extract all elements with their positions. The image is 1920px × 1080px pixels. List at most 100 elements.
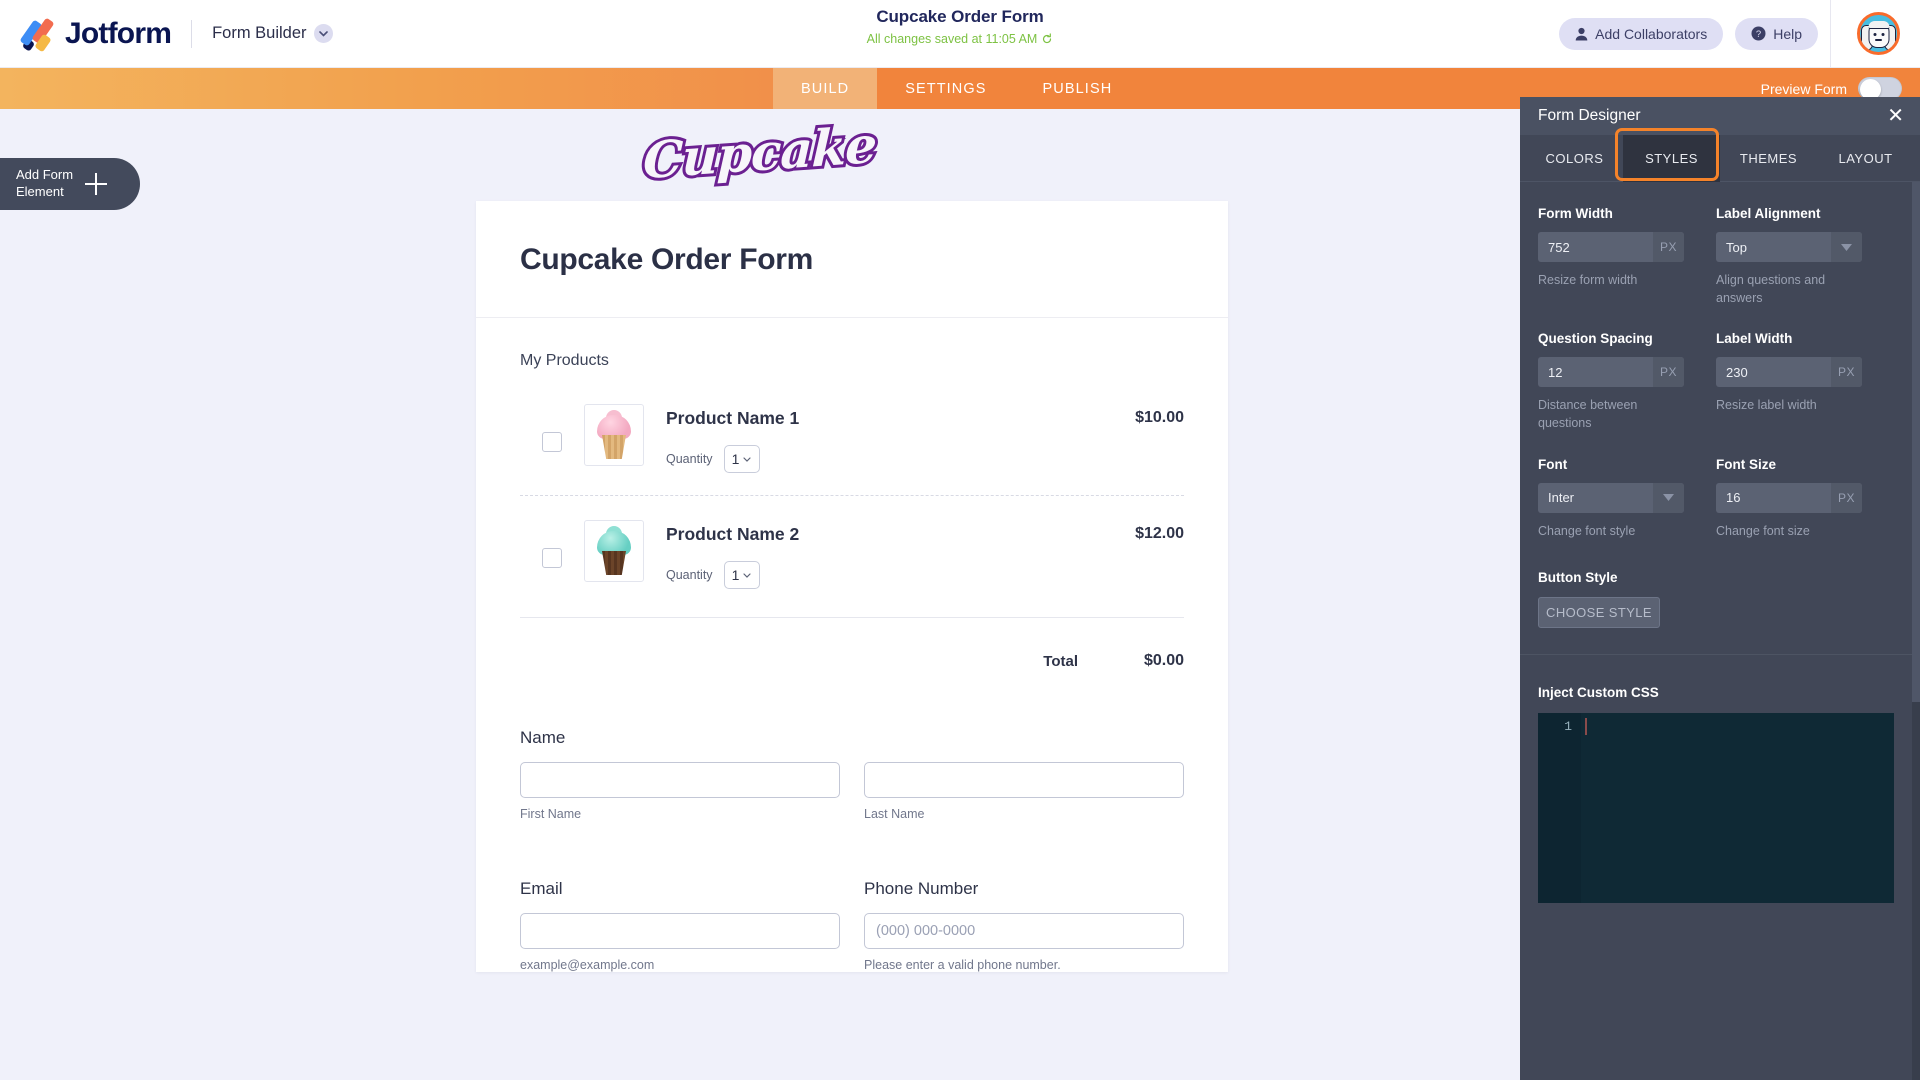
undo-icon[interactable] (1041, 33, 1053, 45)
form-width-input[interactable]: 752 PX (1538, 232, 1684, 262)
product-quantity-row: Quantity 1 (666, 445, 1135, 473)
font-size-input[interactable]: 16 PX (1716, 482, 1862, 513)
header-actions: Add Collaborators ? Help (1559, 0, 1920, 68)
question-spacing-value: 12 (1548, 364, 1563, 380)
svg-text:?: ? (1756, 29, 1761, 40)
label-width-field: Label Width 230 PX Resize label width (1716, 331, 1862, 432)
product-thumbnail (584, 520, 644, 582)
quantity-label: Quantity (666, 452, 713, 466)
tab-publish-label: PUBLISH (1042, 80, 1113, 97)
phone-sublabel: Please enter a valid phone number. (864, 958, 1061, 972)
tab-colors-label: COLORS (1545, 150, 1604, 166)
form-designer-header: Form Designer ✕ (1520, 97, 1920, 135)
avatar[interactable] (1857, 12, 1900, 55)
phone-label: Phone Number (864, 879, 979, 898)
email-label: Email (520, 879, 563, 898)
font-size-label: Font Size (1716, 456, 1776, 472)
product-name: Product Name 2 (666, 524, 800, 544)
font-size-field: Font Size 16 PX Change font size (1716, 457, 1862, 540)
question-spacing-input[interactable]: 12 PX (1538, 357, 1684, 388)
form-preview-card: Cupcake Order Form My Products Product N… (476, 201, 1228, 972)
custom-css-editor[interactable]: 1 (1538, 712, 1894, 903)
form-logo-banner: Cupcake (0, 112, 1520, 194)
panel-scrollbar-track[interactable] (1912, 182, 1920, 1080)
font-size-unit: PX (1831, 482, 1862, 513)
quantity-label: Quantity (666, 568, 713, 582)
question-spacing-field: Question Spacing 12 PX Distance between … (1538, 331, 1684, 432)
contact-field-group: Email example@example.com Phone Number P… (520, 879, 1184, 972)
form-builder-label: Form Builder (212, 24, 307, 42)
brand-name: Jotform (65, 16, 172, 50)
label-alignment-select[interactable]: Top (1716, 232, 1862, 262)
product-price: $12.00 (1135, 525, 1184, 542)
form-width-label: Form Width (1538, 206, 1613, 221)
product-checkbox[interactable] (542, 548, 562, 568)
panel-scrollbar-thumb[interactable] (1912, 182, 1920, 702)
tab-colors[interactable]: COLORS (1526, 135, 1623, 182)
add-collaborators-button[interactable]: Add Collaborators (1559, 17, 1724, 50)
product-quantity-row: Quantity 1 (666, 561, 1135, 589)
tab-themes-label: THEMES (1739, 150, 1798, 166)
question-spacing-hint: Distance between questions (1538, 398, 1638, 431)
form-heading-block[interactable]: Cupcake Order Form (476, 201, 1228, 318)
email-sublabel: example@example.com (520, 958, 655, 972)
tab-build-label: BUILD (801, 80, 850, 97)
phone-input[interactable] (864, 913, 1184, 949)
quantity-select[interactable]: 1 (723, 445, 760, 473)
form-width-hint: Resize form width (1538, 273, 1638, 287)
spacing-labelwidth-row: Question Spacing 12 PX Distance between … (1520, 331, 1920, 432)
chevron-down-icon[interactable] (1653, 482, 1684, 513)
brand-area[interactable]: Jotform (0, 16, 172, 52)
product-price: $10.00 (1135, 409, 1184, 426)
email-col: Email example@example.com (520, 879, 840, 972)
first-name-sublabel: First Name (520, 807, 582, 821)
css-text-area[interactable] (1581, 713, 1894, 903)
form-designer-title: Form Designer (1538, 107, 1641, 124)
choose-style-button[interactable]: CHOOSE STYLE (1538, 596, 1660, 628)
tab-settings[interactable]: SETTINGS (877, 68, 1014, 109)
question-spacing-unit: PX (1653, 357, 1684, 388)
tab-themes[interactable]: THEMES (1720, 135, 1817, 182)
font-field: Font Inter Change font style (1538, 457, 1684, 540)
last-name-input[interactable] (864, 762, 1184, 798)
product-name: Product Name 1 (666, 408, 800, 428)
tab-settings-label: SETTINGS (905, 80, 987, 97)
first-name-col: First Name (520, 762, 840, 821)
label-width-hint: Resize label width (1716, 398, 1817, 413)
tab-publish[interactable]: PUBLISH (1015, 68, 1141, 109)
product-checkbox[interactable] (542, 432, 562, 452)
email-input[interactable] (520, 913, 840, 949)
css-line-number: 1 (1538, 712, 1581, 903)
last-name-col: Last Name (864, 762, 1184, 821)
tab-styles[interactable]: STYLES (1623, 134, 1720, 182)
question-spacing-label: Question Spacing (1538, 331, 1653, 347)
form-width-value: 752 (1548, 239, 1570, 255)
tab-layout[interactable]: LAYOUT (1817, 135, 1914, 182)
product-row[interactable]: Product Name 1 Quantity 1 $10.00 (520, 398, 1184, 495)
cupcake-logo: Cupcake (640, 112, 881, 194)
chevron-down-icon[interactable] (313, 24, 333, 43)
product-info: Product Name 1 Quantity 1 (666, 404, 1135, 473)
save-status-text: All changes saved at 11:05 AM (866, 32, 1038, 46)
choose-style-label: CHOOSE STYLE (1546, 604, 1652, 620)
tab-styles-label: STYLES (1645, 150, 1698, 166)
help-button[interactable]: ? Help (1735, 17, 1818, 50)
label-alignment-hint: Align questions and answers (1716, 273, 1826, 306)
form-heading: Cupcake Order Form (520, 243, 814, 276)
label-width-input[interactable]: 230 PX (1716, 357, 1862, 388)
quantity-select[interactable]: 1 (723, 561, 760, 589)
close-icon[interactable]: ✕ (1887, 106, 1904, 126)
quantity-value: 1 (731, 451, 740, 467)
avatar-container[interactable] (1830, 0, 1920, 68)
inject-custom-css-section: Inject Custom CSS 1 (1520, 685, 1920, 903)
product-row[interactable]: Product Name 2 Quantity 1 $12.00 (520, 495, 1184, 611)
tab-build[interactable]: BUILD (773, 68, 878, 109)
font-select[interactable]: Inter (1538, 482, 1684, 513)
chevron-down-icon[interactable] (1831, 232, 1862, 262)
form-builder-menu[interactable]: Form Builder (212, 24, 333, 43)
last-name-sublabel: Last Name (864, 807, 925, 821)
label-width-value: 230 (1726, 364, 1748, 380)
first-name-input[interactable] (520, 762, 840, 798)
label-alignment-value: Top (1726, 239, 1747, 255)
font-size-hint: Change font size (1716, 523, 1810, 538)
